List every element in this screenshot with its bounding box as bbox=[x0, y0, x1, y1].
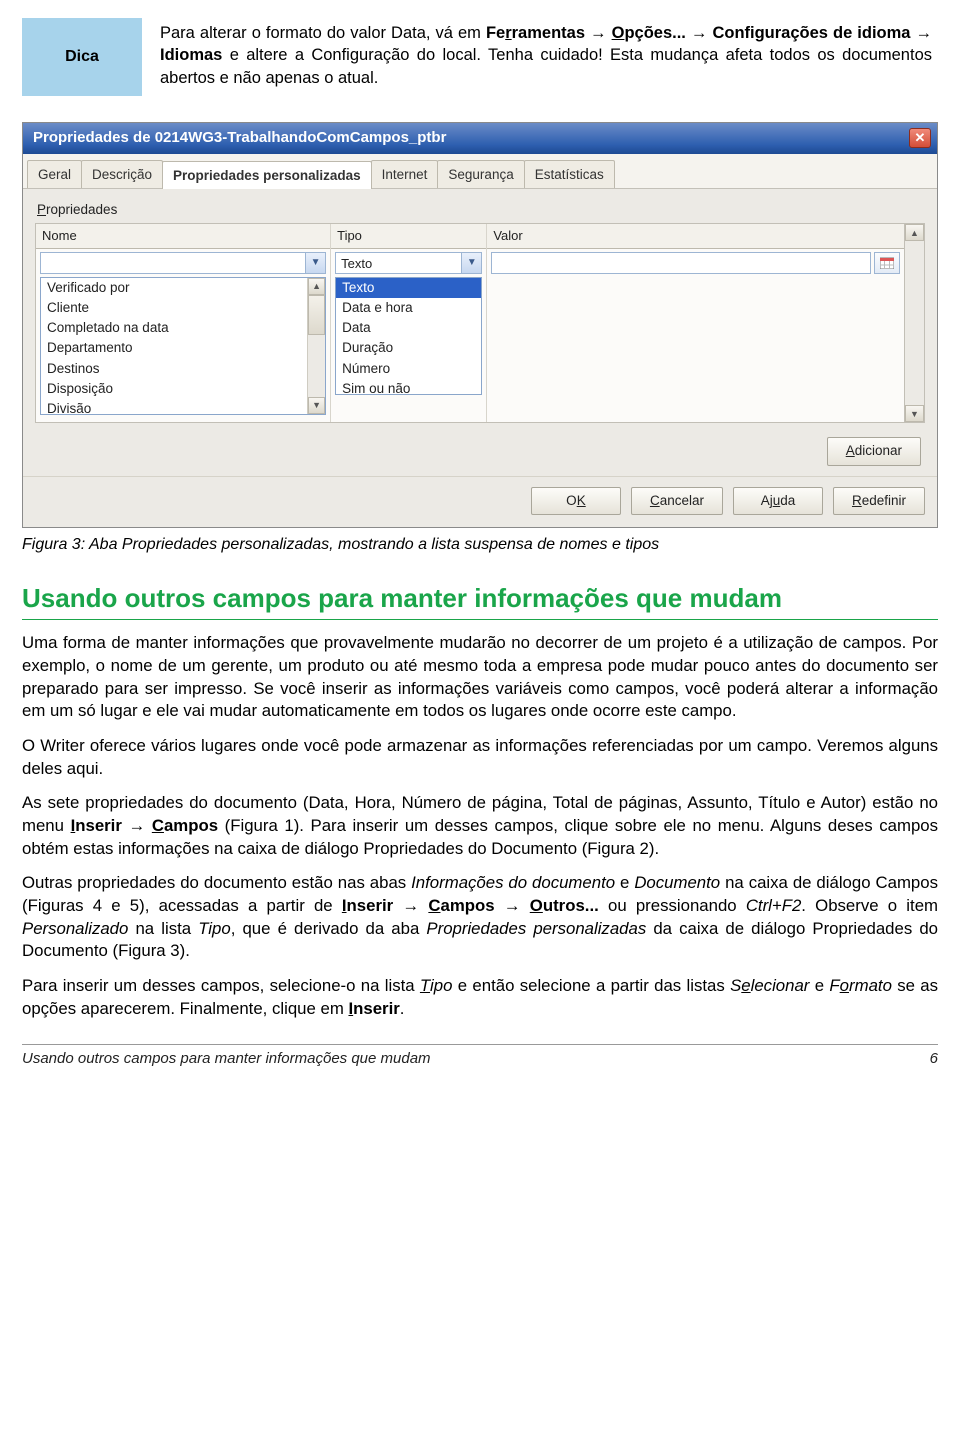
nome-option[interactable]: Completado na data bbox=[41, 318, 307, 338]
add-button[interactable]: Adicionar bbox=[827, 437, 921, 465]
nome-option[interactable]: Cliente bbox=[41, 298, 307, 318]
dialog-tabs: Geral Descrição Propriedades personaliza… bbox=[23, 154, 937, 189]
grid-scrollbar[interactable]: ▲ ▼ bbox=[904, 224, 924, 422]
figure-caption: Figura 3: Aba Propriedades personalizada… bbox=[22, 534, 938, 556]
tab-estatisticas[interactable]: Estatísticas bbox=[524, 160, 615, 188]
dialog-body: Propriedades Nome ▼ Ver bbox=[23, 189, 937, 475]
list-name: Tipo bbox=[420, 976, 453, 995]
help-button[interactable]: Ajuda bbox=[733, 487, 823, 515]
scroll-down-icon[interactable]: ▼ bbox=[905, 405, 924, 422]
tab-propriedades-personalizadas[interactable]: Propriedades personalizadas bbox=[162, 161, 372, 189]
scroll-thumb[interactable] bbox=[308, 295, 325, 335]
section-heading: Usando outros campos para manter informa… bbox=[22, 581, 938, 620]
dialog-title: Propriedades de 0214WG3-TrabalhandoComCa… bbox=[33, 128, 446, 148]
paragraph: Para inserir um desses campos, selecione… bbox=[22, 975, 938, 1020]
tip-label: Dica bbox=[22, 18, 142, 96]
menu-path: Inserir → Campos → Outros... bbox=[342, 896, 599, 915]
tip-text-2: e altere a Configuração do local. Tenha … bbox=[160, 46, 932, 86]
tipo-combo-value: Texto bbox=[336, 253, 461, 273]
dialog-titlebar: Propriedades de 0214WG3-TrabalhandoComCa… bbox=[23, 123, 937, 154]
scroll-up-icon[interactable]: ▲ bbox=[905, 224, 924, 241]
footer-title: Usando outros campos para manter informa… bbox=[22, 1049, 431, 1069]
tipo-option[interactable]: Data e hora bbox=[336, 298, 481, 318]
tab-geral[interactable]: Geral bbox=[27, 160, 82, 188]
column-header-nome: Nome bbox=[36, 224, 330, 249]
nome-scrollbar[interactable]: ▲ ▼ bbox=[307, 278, 325, 414]
tipo-option[interactable]: Texto bbox=[336, 278, 481, 298]
tab-internet[interactable]: Internet bbox=[371, 160, 439, 188]
nome-option[interactable]: Divisão bbox=[41, 399, 307, 414]
body-text: Uma forma de manter informações que prov… bbox=[22, 632, 938, 1020]
ok-button[interactable]: OK bbox=[531, 487, 621, 515]
nome-option[interactable]: Departamento bbox=[41, 338, 307, 358]
tipo-option[interactable]: Data bbox=[336, 318, 481, 338]
column-header-tipo: Tipo bbox=[331, 224, 486, 249]
column-tipo: Tipo Texto ▼ Texto Data e hora Data bbox=[331, 224, 487, 422]
close-icon[interactable]: ✕ bbox=[909, 128, 931, 148]
tipo-option[interactable]: Sim ou não bbox=[336, 379, 481, 394]
tab-descricao[interactable]: Descrição bbox=[81, 160, 163, 188]
nome-dropdown-list[interactable]: Verificado por Cliente Completado na dat… bbox=[40, 277, 326, 415]
reset-button[interactable]: Redefinir bbox=[833, 487, 925, 515]
tipo-dropdown-list[interactable]: Texto Data e hora Data Duração Número Si… bbox=[335, 277, 482, 395]
scroll-up-icon[interactable]: ▲ bbox=[308, 278, 325, 295]
tip-box: Dica Para alterar o formato do valor Dat… bbox=[22, 18, 938, 96]
calendar-icon[interactable] bbox=[874, 252, 900, 274]
properties-label: Propriedades bbox=[37, 201, 925, 219]
cancel-button[interactable]: Cancelar bbox=[631, 487, 723, 515]
tip-text-1: Para alterar o formato do valor Data, vá… bbox=[160, 24, 486, 42]
chevron-down-icon[interactable]: ▼ bbox=[305, 253, 325, 273]
page-number: 6 bbox=[930, 1049, 938, 1069]
column-nome: Nome ▼ Verificado por Cliente Compl bbox=[36, 224, 331, 422]
tip-text: Para alterar o formato do valor Data, vá… bbox=[142, 18, 938, 93]
properties-dialog: Propriedades de 0214WG3-TrabalhandoComCa… bbox=[22, 122, 938, 528]
dialog-button-bar: OK Cancelar Ajuda Redefinir bbox=[23, 476, 937, 527]
paragraph: O Writer oferece vários lugares onde voc… bbox=[22, 735, 938, 780]
column-valor: Valor bbox=[487, 224, 904, 422]
tipo-combo[interactable]: Texto ▼ bbox=[335, 252, 482, 274]
paragraph: Uma forma de manter informações que prov… bbox=[22, 632, 938, 723]
insert-button-ref: Inserir bbox=[348, 999, 399, 1018]
scroll-down-icon[interactable]: ▼ bbox=[308, 397, 325, 414]
page-footer: Usando outros campos para manter informa… bbox=[22, 1044, 938, 1069]
list-name: Formato bbox=[829, 976, 892, 995]
nome-option[interactable]: Verificado por bbox=[41, 278, 307, 298]
list-name: Selecionar bbox=[730, 976, 809, 995]
nome-option[interactable]: Destinos bbox=[41, 359, 307, 379]
paragraph: Outras propriedades do documento estão n… bbox=[22, 872, 938, 963]
menu-path: Inserir → Campos bbox=[71, 816, 218, 835]
paragraph: As sete propriedades do documento (Data,… bbox=[22, 792, 938, 860]
tab-seguranca[interactable]: Segurança bbox=[437, 160, 524, 188]
nome-option[interactable]: Disposição bbox=[41, 379, 307, 399]
tipo-option[interactable]: Duração bbox=[336, 338, 481, 358]
tipo-option[interactable]: Número bbox=[336, 359, 481, 379]
properties-grid: Nome ▼ Verificado por Cliente Compl bbox=[35, 223, 925, 423]
chevron-down-icon[interactable]: ▼ bbox=[461, 253, 481, 273]
nome-combo[interactable]: ▼ bbox=[40, 252, 326, 274]
column-header-valor: Valor bbox=[487, 224, 904, 249]
valor-input[interactable] bbox=[491, 252, 871, 274]
